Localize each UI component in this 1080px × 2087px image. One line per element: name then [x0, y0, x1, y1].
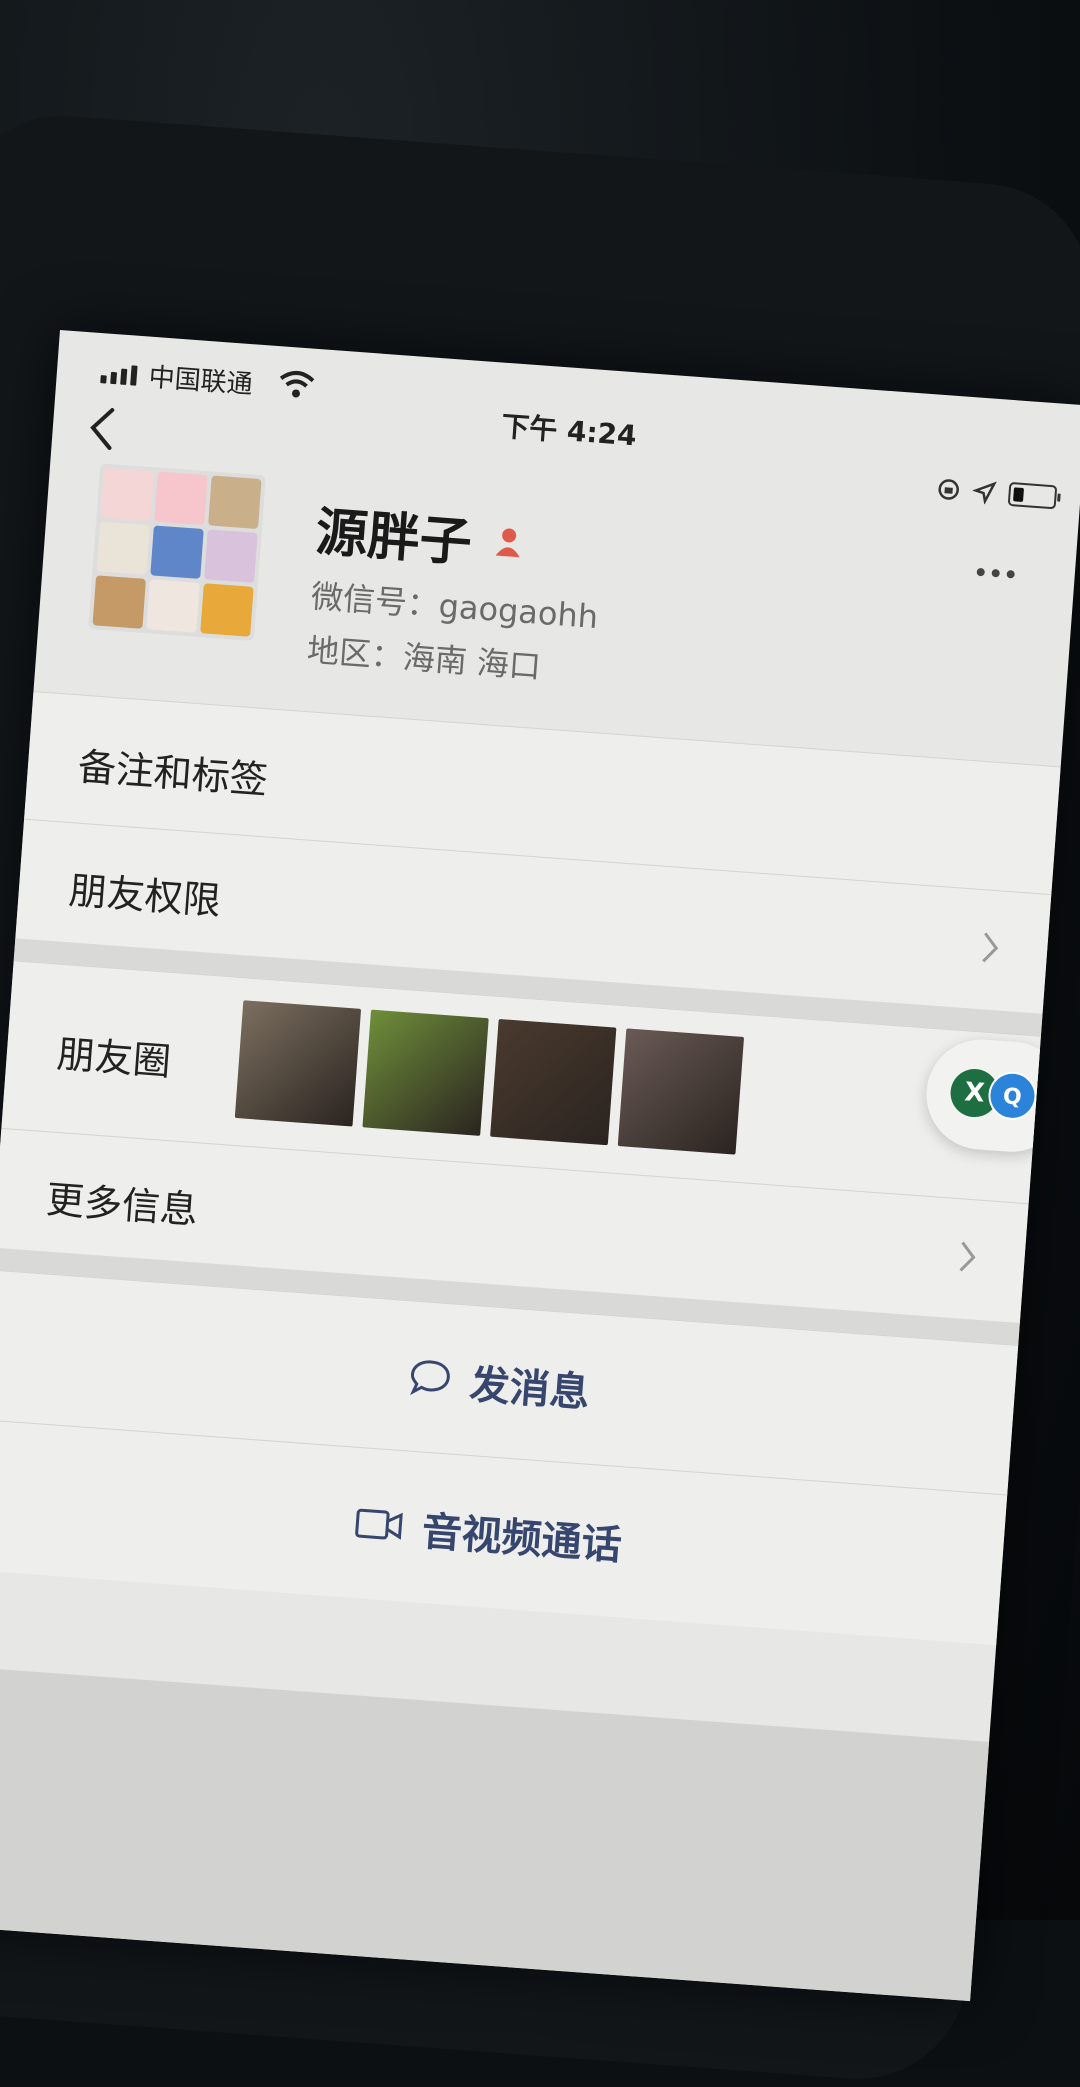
chevron-right-icon [982, 932, 999, 963]
moments-photo [234, 1000, 362, 1127]
back-icon[interactable] [79, 402, 123, 455]
avatar-tile [92, 575, 146, 629]
avatar-tile [204, 529, 258, 583]
avatar-tile [146, 579, 200, 633]
remark-tags-label: 备注和标签 [76, 744, 270, 803]
av-call-label: 音视频通话 [420, 1508, 624, 1570]
chevron-right-icon [959, 1241, 976, 1272]
moments-photo [490, 1018, 617, 1146]
friend-permissions-label: 朋友权限 [67, 868, 223, 924]
avatar-tile [154, 471, 208, 526]
moments-photo [362, 1009, 489, 1136]
region: 地区：海南 海口 [305, 631, 543, 687]
moments-photos [234, 1000, 745, 1155]
chat-bubble-icon [409, 1360, 450, 1396]
phone-screen: 中国联通 下午 4:24 源胖子 微信号：gaogaohh 地区：海南 海口 备… [0, 330, 1080, 2002]
more-info-label: 更多信息 [44, 1177, 200, 1233]
avatar-tile [200, 583, 254, 637]
more-options-icon[interactable] [976, 567, 1015, 579]
avatar-tile [208, 475, 262, 530]
female-icon [495, 527, 520, 557]
send-message-label: 发消息 [468, 1361, 592, 1417]
app-badge-icon: Q [986, 1070, 1039, 1122]
avatar-tile [96, 521, 150, 575]
avatar[interactable] [88, 463, 266, 642]
avatar-tile [100, 467, 154, 522]
contact-name: 源胖子 [313, 502, 474, 574]
battery-icon [1007, 481, 1058, 510]
video-camera-icon [355, 1508, 403, 1540]
location-icon [971, 481, 997, 505]
moments-label: 朋友圈 [55, 1031, 173, 1085]
avatar-tile [150, 525, 204, 579]
moments-photo [617, 1028, 745, 1155]
rotation-lock-icon [938, 479, 959, 500]
